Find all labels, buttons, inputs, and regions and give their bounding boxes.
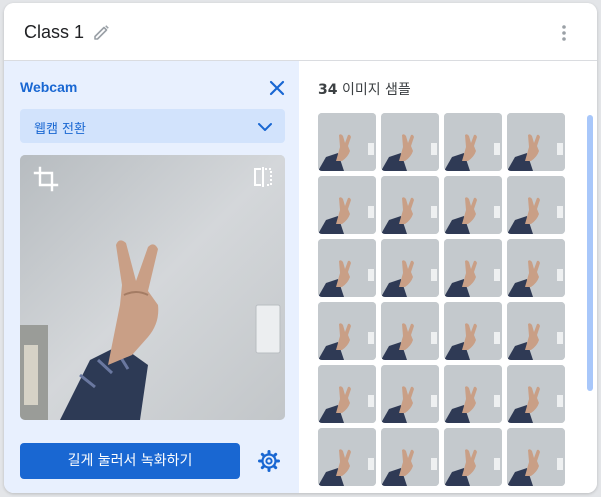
settings-icon[interactable] xyxy=(257,449,281,473)
webcam-frame xyxy=(20,155,285,420)
sample-thumbnail[interactable] xyxy=(381,302,439,360)
sample-thumbnail[interactable] xyxy=(318,176,376,234)
hold-to-record-button[interactable]: 길게 눌러서 녹화하기 xyxy=(20,443,240,479)
sample-thumbnail[interactable] xyxy=(507,302,565,360)
sample-thumbnail[interactable] xyxy=(507,176,565,234)
class-header: Class 1 xyxy=(4,3,597,61)
samples-count-label: 이미지 샘플 xyxy=(341,82,411,98)
sample-thumbnail[interactable] xyxy=(444,113,502,171)
scrollbar-thumb[interactable] xyxy=(587,115,593,391)
sample-thumbnail[interactable] xyxy=(444,176,502,234)
switch-webcam-label: 웹캠 전환 xyxy=(34,122,86,137)
sample-thumbnail[interactable] xyxy=(318,302,376,360)
sample-thumbnail[interactable] xyxy=(318,365,376,423)
webcam-title: Webcam xyxy=(20,79,78,95)
sample-thumbnail[interactable] xyxy=(381,365,439,423)
sample-thumbnail[interactable] xyxy=(507,365,565,423)
sample-thumbnail[interactable] xyxy=(381,428,439,486)
sample-thumbnail[interactable] xyxy=(318,113,376,171)
close-icon[interactable] xyxy=(267,78,287,98)
webcam-panel: Webcam 웹캠 전환 길게 눌러서 녹화하기 xyxy=(4,61,299,493)
switch-webcam-select[interactable]: 웹캠 전환 xyxy=(20,109,285,143)
samples-grid xyxy=(318,113,570,486)
samples-count: 34 이미지 샘플 xyxy=(318,79,411,99)
webcam-preview xyxy=(20,155,285,420)
sample-thumbnail[interactable] xyxy=(381,239,439,297)
samples-panel: 34 이미지 샘플 xyxy=(300,61,597,493)
samples-count-number: 34 xyxy=(318,82,338,98)
more-vert-icon[interactable] xyxy=(556,22,572,44)
flip-icon[interactable] xyxy=(252,166,274,188)
sample-thumbnail[interactable] xyxy=(507,428,565,486)
sample-thumbnail[interactable] xyxy=(318,428,376,486)
sample-thumbnail[interactable] xyxy=(444,365,502,423)
edit-icon[interactable] xyxy=(92,22,112,42)
class-title[interactable]: Class 1 xyxy=(24,22,84,43)
chevron-down-icon xyxy=(256,118,274,136)
sample-thumbnail[interactable] xyxy=(507,113,565,171)
sample-thumbnail[interactable] xyxy=(444,428,502,486)
sample-thumbnail[interactable] xyxy=(444,302,502,360)
class-card: Class 1 Webcam 웹캠 전환 길게 눌러서 녹화하기 34 이미지 … xyxy=(4,3,597,493)
sample-thumbnail[interactable] xyxy=(381,113,439,171)
sample-thumbnail[interactable] xyxy=(318,239,376,297)
crop-icon[interactable] xyxy=(33,166,59,192)
sample-thumbnail[interactable] xyxy=(444,239,502,297)
sample-thumbnail[interactable] xyxy=(507,239,565,297)
sample-thumbnail[interactable] xyxy=(381,176,439,234)
